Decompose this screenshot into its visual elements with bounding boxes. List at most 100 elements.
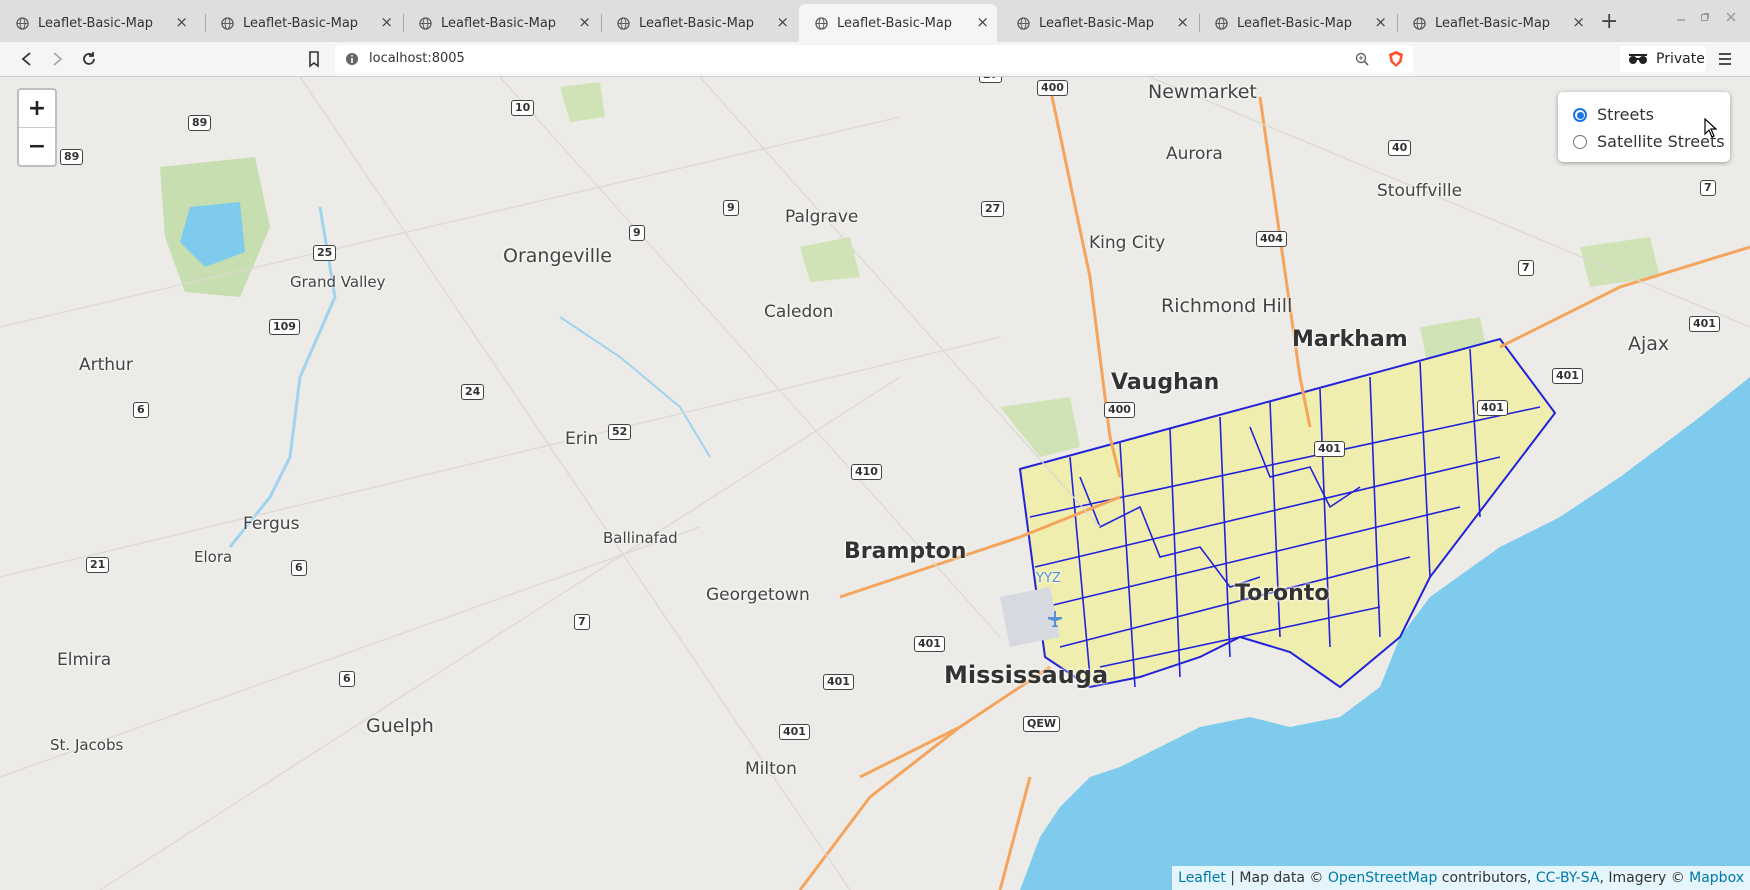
close-tab-icon[interactable]: ×	[1374, 15, 1387, 30]
road-shield: QEW	[1023, 716, 1060, 732]
tab-1[interactable]: Leaflet-Basic-Map ×	[0, 4, 196, 42]
satellite-streets-radio[interactable]	[1573, 134, 1587, 149]
road-shield: 27	[981, 201, 1005, 217]
globe-icon	[16, 16, 29, 30]
tab-title: Leaflet-Basic-Map	[1039, 15, 1155, 31]
close-tab-icon[interactable]: ×	[380, 15, 393, 30]
mapbox-link[interactable]: Mapbox	[1689, 870, 1744, 886]
road-shield: 25	[313, 245, 337, 261]
zoom-in-button[interactable]: +	[19, 90, 55, 128]
place-label: Grand Valley	[290, 273, 386, 291]
close-tab-icon[interactable]: ×	[776, 15, 789, 30]
close-tab-icon[interactable]: ×	[175, 15, 188, 30]
road-shield: 401	[823, 674, 854, 690]
zoom-out-button[interactable]: −	[19, 128, 55, 165]
place-label: Georgetown	[706, 585, 810, 605]
road-shield: 52	[608, 424, 632, 440]
license-link[interactable]: CC-BY-SA	[1536, 870, 1600, 886]
place-label: Arthur	[79, 355, 133, 375]
road-shield: 89	[188, 115, 212, 131]
green-area	[1000, 397, 1080, 457]
globe-icon	[1413, 16, 1426, 30]
road-shield: 21	[86, 557, 110, 573]
map-container[interactable]: Newmarket Aurora Stouffville King City R…	[0, 77, 1750, 890]
close-tab-icon[interactable]: ×	[976, 15, 989, 30]
place-label: Milton	[745, 759, 797, 779]
place-label: Aurora	[1166, 144, 1223, 164]
zoom-control: + −	[17, 88, 57, 167]
info-icon[interactable]	[345, 52, 359, 66]
globe-icon	[1215, 16, 1228, 30]
shield-icon[interactable]	[1387, 50, 1405, 68]
road-shield: 6	[339, 671, 355, 687]
zoom-icon[interactable]	[1355, 52, 1369, 66]
road-shield: 10	[511, 100, 535, 116]
place-label: Stouffville	[1377, 181, 1463, 201]
close-tab-icon[interactable]: ×	[578, 15, 591, 30]
place-label: Elmira	[57, 650, 112, 670]
private-label: Private	[1656, 51, 1705, 67]
mouse-cursor-icon	[1704, 118, 1718, 138]
road-shield: 400	[1104, 402, 1135, 418]
road-shield: 400	[1037, 80, 1068, 96]
attribution: Leaflet | Map data © OpenStreetMap contr…	[1172, 866, 1750, 890]
tab-title: Leaflet-Basic-Map	[1435, 15, 1551, 31]
tab-4[interactable]: Leaflet-Basic-Map ×	[601, 4, 797, 42]
menu-icon[interactable]	[1716, 50, 1734, 68]
url-text[interactable]: localhost:8005	[369, 51, 465, 66]
close-tab-icon[interactable]: ×	[1572, 15, 1585, 30]
tab-6[interactable]: Leaflet-Basic-Map ×	[1001, 4, 1197, 42]
tab-2[interactable]: Leaflet-Basic-Map ×	[205, 4, 401, 42]
osm-link[interactable]: OpenStreetMap	[1328, 870, 1437, 886]
map-base	[0, 77, 1750, 890]
tab-title: Leaflet-Basic-Map	[1237, 15, 1353, 31]
tab-7[interactable]: Leaflet-Basic-Map ×	[1199, 4, 1395, 42]
road-shield: 27	[979, 77, 1003, 83]
close-tab-icon[interactable]: ×	[1176, 15, 1189, 30]
browser-toolbar: localhost:8005 Private	[0, 42, 1750, 77]
globe-icon	[617, 16, 630, 30]
private-badge[interactable]: Private	[1620, 46, 1706, 72]
restore-icon[interactable]	[1700, 12, 1710, 22]
forward-icon[interactable]	[48, 50, 66, 68]
streets-radio[interactable]	[1573, 107, 1587, 122]
green-area	[560, 82, 605, 122]
reload-icon[interactable]	[80, 50, 98, 68]
back-icon[interactable]	[18, 50, 36, 68]
layer-option-streets[interactable]: Streets	[1573, 105, 1654, 124]
tab-5-active[interactable]: Leaflet-Basic-Map ×	[799, 4, 997, 42]
road-shield: 401	[1689, 316, 1720, 332]
new-tab-button[interactable]: +	[1600, 9, 1618, 34]
place-label: Caledon	[764, 302, 834, 322]
place-label: King City	[1089, 233, 1166, 253]
leaflet-link[interactable]: Leaflet	[1178, 870, 1226, 886]
road-shield: 40	[1388, 140, 1412, 156]
globe-icon	[221, 16, 234, 30]
place-label: Fergus	[243, 514, 300, 534]
place-label: St. Jacobs	[50, 736, 124, 754]
road-shield: 6	[291, 560, 307, 576]
tab-3[interactable]: Leaflet-Basic-Map ×	[403, 4, 599, 42]
place-label: Elora	[194, 548, 233, 566]
road-shield: 7	[1700, 180, 1716, 196]
globe-icon	[419, 16, 432, 30]
place-label: Brampton	[844, 539, 967, 564]
road-shield: 89	[60, 149, 84, 165]
tab-8[interactable]: Leaflet-Basic-Map ×	[1397, 4, 1593, 42]
globe-icon	[815, 16, 828, 30]
address-bar[interactable]: localhost:8005	[335, 45, 1413, 73]
tab-title: Leaflet-Basic-Map	[837, 15, 953, 31]
minimize-icon[interactable]	[1676, 12, 1686, 22]
road-shield: 401	[1477, 400, 1508, 416]
bookmark-icon[interactable]	[305, 50, 323, 68]
layer-option-satellite-streets[interactable]: Satellite Streets	[1573, 132, 1725, 151]
road-shield: 404	[1256, 231, 1287, 247]
window-close-icon[interactable]	[1726, 12, 1736, 22]
place-label: Mississauga	[944, 661, 1109, 689]
road-shield: 24	[461, 384, 485, 400]
place-label: Toronto	[1235, 581, 1330, 606]
tab-title: Leaflet-Basic-Map	[243, 15, 359, 31]
place-label: Ajax	[1628, 333, 1670, 355]
road-shield: 401	[914, 636, 945, 652]
road-shield: 7	[574, 614, 590, 630]
